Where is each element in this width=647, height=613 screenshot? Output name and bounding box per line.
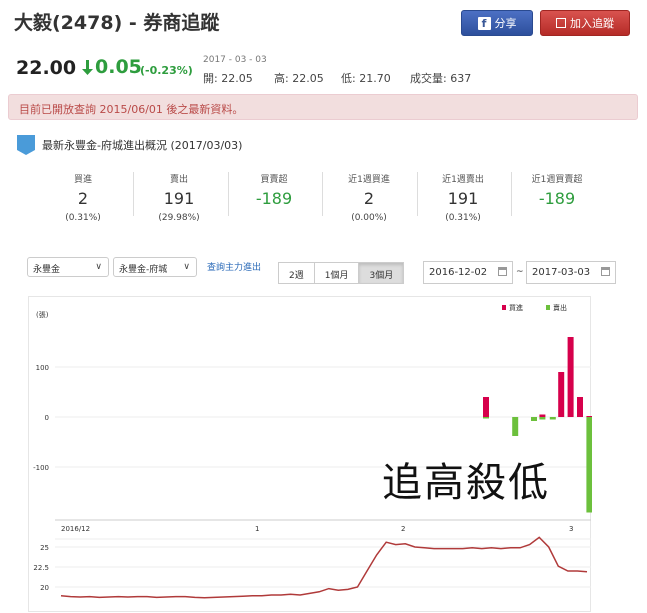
legend-swatch-sell bbox=[546, 305, 550, 310]
bar-sell bbox=[539, 417, 546, 420]
y-tick-label: 25 bbox=[40, 544, 49, 552]
overlay-text: 追高殺低 bbox=[382, 460, 550, 506]
range-2w-button[interactable]: 2週 bbox=[278, 262, 315, 284]
broker-icon bbox=[17, 135, 35, 155]
chevron-down-icon: ∨ bbox=[183, 262, 190, 272]
price: 22.00 bbox=[16, 57, 77, 79]
y-tick-label: 22.5 bbox=[33, 564, 49, 572]
legend-swatch-buy bbox=[502, 305, 506, 310]
open-price: 開: 22.05 bbox=[203, 72, 253, 85]
change-percent: (-0.23%) bbox=[140, 64, 193, 77]
branch-select[interactable]: 永豐金-府城 ∨ bbox=[113, 257, 197, 277]
x-tick-label: 2 bbox=[401, 525, 405, 533]
price-change: 0.05 bbox=[82, 56, 142, 78]
section-title: 最新永豐金-府城進出概況 (2017/03/03) bbox=[42, 139, 243, 152]
down-arrow-icon bbox=[82, 59, 93, 75]
broker-select[interactable]: 永豐金 ∨ bbox=[27, 257, 109, 277]
change-value: 0.05 bbox=[95, 56, 142, 78]
page-title: 大毅(2478) - 券商追蹤 bbox=[14, 12, 220, 34]
y-tick-label: -100 bbox=[33, 464, 49, 472]
bar-sell bbox=[549, 417, 556, 420]
legend-label-sell: 賣出 bbox=[553, 303, 567, 312]
stat-week-net: 近1週買賣超 -189 bbox=[531, 175, 583, 208]
range-button-group: 2週 1個月 3個月 bbox=[278, 262, 405, 284]
plus-icon bbox=[556, 18, 566, 28]
date-from-input[interactable]: 2016-12-02 bbox=[423, 261, 513, 284]
x-tick-label: 1 bbox=[255, 525, 259, 533]
bar-sell bbox=[512, 417, 519, 436]
bar-buy bbox=[558, 372, 565, 417]
x-tick-label: 3 bbox=[569, 525, 573, 533]
bar-buy bbox=[539, 414, 546, 417]
y-tick-label: 0 bbox=[45, 414, 49, 422]
low-price: 低: 21.70 bbox=[341, 72, 391, 85]
stat-sell: 賣出 191 (29.98%) bbox=[158, 175, 200, 223]
share-button[interactable]: f 分享 bbox=[461, 10, 533, 36]
y-tick-label: 100 bbox=[36, 364, 49, 372]
query-main-force-link[interactable]: 查詢主力進出 bbox=[207, 260, 261, 273]
bar-sell bbox=[483, 417, 489, 419]
facebook-icon: f bbox=[477, 16, 491, 30]
add-to-watchlist-button[interactable]: 加入追蹤 bbox=[540, 10, 630, 36]
stat-net: 買賣超 -189 bbox=[255, 175, 293, 208]
info-alert: 目前已開放查詢 2015/06/01 後之最新資料。 bbox=[8, 94, 638, 120]
chevron-down-icon: ∨ bbox=[95, 262, 102, 272]
range-3m-button[interactable]: 3個月 bbox=[358, 262, 405, 284]
stat-week-buy: 近1週買進 2 (0.00%) bbox=[348, 175, 390, 223]
legend-label-buy: 買進 bbox=[509, 303, 523, 312]
bar-buy bbox=[567, 337, 574, 417]
volume: 成交量: 637 bbox=[410, 72, 472, 85]
stat-buy: 買進 2 (0.31%) bbox=[65, 175, 101, 223]
bar-buy bbox=[577, 397, 583, 417]
calendar-icon bbox=[498, 267, 507, 276]
y-tick-label: 20 bbox=[40, 584, 49, 592]
date-to-input[interactable]: 2017-03-03 bbox=[526, 261, 616, 284]
high-price: 高: 22.05 bbox=[274, 72, 324, 85]
date-separator: ~ bbox=[516, 267, 524, 277]
bar-sell bbox=[531, 417, 537, 421]
price-line bbox=[60, 536, 588, 599]
bar-buy bbox=[483, 397, 489, 417]
calendar-icon bbox=[601, 267, 610, 276]
range-1m-button[interactable]: 1個月 bbox=[313, 262, 360, 284]
quote-date: 2017 - 03 - 03 bbox=[203, 55, 267, 65]
x-tick-label: 2016/12 bbox=[61, 525, 90, 533]
bar-sell bbox=[586, 417, 593, 513]
y-axis-label: (張) bbox=[36, 311, 49, 319]
share-label: 分享 bbox=[494, 17, 517, 30]
stat-week-sell: 近1週賣出 191 (0.31%) bbox=[442, 175, 484, 223]
bar-buy bbox=[586, 416, 593, 417]
favorite-label: 加入追蹤 bbox=[570, 17, 614, 30]
